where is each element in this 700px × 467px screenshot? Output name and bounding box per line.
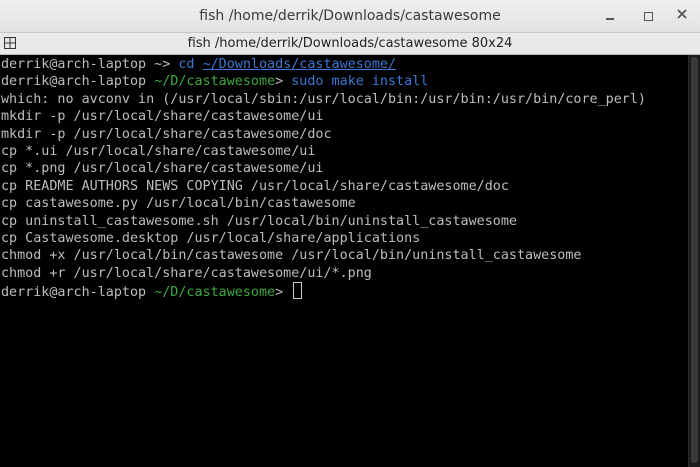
- output-line: cp Castawesome.desktop /usr/local/share/…: [1, 230, 421, 246]
- output-line: chmod +r /usr/local/share/castawesome/ui…: [1, 265, 372, 281]
- output-line: cp uninstall_castawesome.sh /usr/local/b…: [1, 213, 517, 229]
- prompt-user: derrik@arch-laptop: [1, 285, 155, 301]
- tab-title: fish /home/derrik/Downloads/castawesome …: [187, 36, 513, 51]
- prompt-line-2: derrik@arch-laptop ~/D/castawesome> sudo…: [1, 73, 688, 90]
- output-line: cp *.png /usr/local/share/castawesome/ui: [1, 161, 324, 177]
- output-line: mkdir -p /usr/local/share/castawesome/do…: [1, 126, 332, 142]
- window-titlebar[interactable]: fish /home/derrik/Downloads/castawesome: [0, 0, 700, 33]
- output-line: mkdir -p /usr/local/share/castawesome/ui: [1, 109, 324, 125]
- command-text: sudo make install: [291, 74, 429, 90]
- prompt-user: derrik@arch-laptop ~>: [1, 57, 179, 72]
- window-title: fish /home/derrik/Downloads/castawesome: [199, 8, 501, 24]
- terminal-tab-bar: fish /home/derrik/Downloads/castawesome …: [0, 33, 700, 55]
- maximize-icon[interactable]: [638, 6, 658, 26]
- prompt-line-1: derrik@arch-laptop ~> cd ~/Downloads/cas…: [1, 56, 688, 73]
- prompt-path: ~/D/castawesome: [154, 285, 276, 301]
- prompt-line-3[interactable]: derrik@arch-laptop ~/D/castawesome>: [1, 282, 688, 301]
- prompt-path: ~/D/castawesome: [154, 74, 276, 90]
- output-line: cp castawesome.py /usr/local/bin/castawe…: [1, 196, 356, 212]
- prompt-user: derrik@arch-laptop: [1, 74, 155, 90]
- output-line: cp *.ui /usr/local/share/castawesome/ui: [1, 143, 316, 159]
- output-line: chmod +x /usr/local/bin/castawesome /usr…: [1, 248, 582, 264]
- prompt-separator: >: [275, 285, 292, 301]
- terminal-scrollbar[interactable]: [688, 55, 700, 467]
- scrollbar-thumb[interactable]: [691, 57, 698, 463]
- command-argument: ~/Downloads/castawesome/: [202, 57, 397, 72]
- output-line: which: no avconv in (/usr/local/sbin:/us…: [1, 91, 646, 107]
- output-line: cp README AUTHORS NEWS COPYING /usr/loca…: [1, 178, 509, 194]
- terminal-output[interactable]: derrik@arch-laptop ~> cd ~/Downloads/cas…: [0, 55, 688, 467]
- close-icon[interactable]: [672, 6, 692, 26]
- minimize-icon[interactable]: [600, 6, 620, 26]
- text-cursor: [293, 282, 303, 300]
- prompt-separator: >: [275, 74, 292, 90]
- command-text: cd: [178, 57, 195, 72]
